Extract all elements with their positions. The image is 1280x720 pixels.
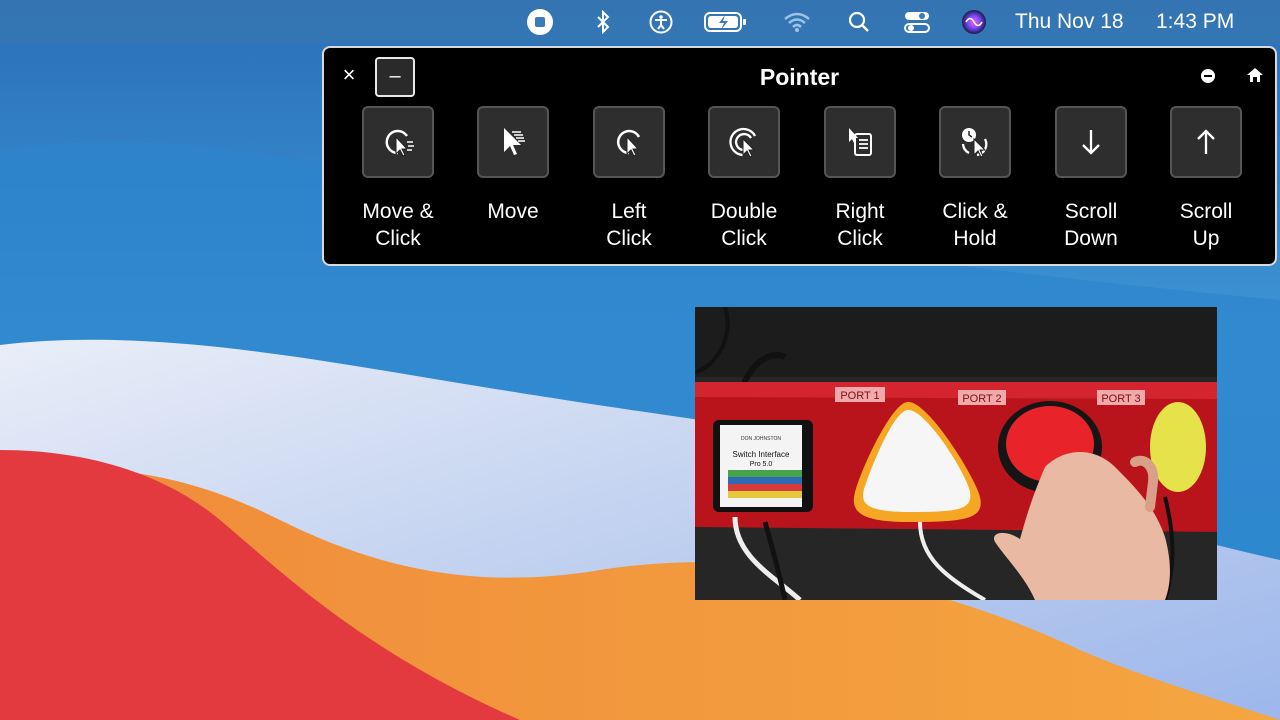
double-click-icon xyxy=(708,106,780,178)
right-click-button[interactable]: Right Click xyxy=(802,106,918,252)
panel-title: Pointer xyxy=(759,64,840,90)
action-label: Click & Hold xyxy=(942,200,1008,250)
home-icon[interactable] xyxy=(1246,66,1264,84)
wifi-icon[interactable] xyxy=(782,0,812,44)
action-label: Left Click xyxy=(606,200,652,250)
port-1-label: PORT 1 xyxy=(840,390,879,402)
left-click-icon xyxy=(593,106,665,178)
switch-interface-photo: PORT 1 PORT 2 PORT 3 DON JOHNSTON Switch… xyxy=(695,307,1217,600)
menu-bar: Thu Nov 18 1:43 PM xyxy=(0,0,1280,44)
move-and-click-icon xyxy=(362,106,434,178)
arrow-up-icon xyxy=(1170,106,1242,178)
double-click-button[interactable]: Double Click xyxy=(686,106,802,252)
scroll-down-button[interactable]: Scroll Down xyxy=(1033,106,1149,252)
action-label: Double Click xyxy=(710,200,778,250)
device-name: Switch Interface xyxy=(733,450,790,459)
move-and-click-button[interactable]: Move & Click xyxy=(340,106,456,252)
action-label: Scroll Up xyxy=(1179,200,1233,250)
arrow-down-icon xyxy=(1055,106,1127,178)
accessibility-icon[interactable] xyxy=(647,0,675,44)
port-3-label: PORT 3 xyxy=(1101,393,1140,405)
left-click-button[interactable]: Left Click xyxy=(571,106,687,252)
minimize-icon[interactable] xyxy=(1201,69,1215,83)
control-center-icon[interactable] xyxy=(902,0,932,44)
action-label: Move & Click xyxy=(362,200,434,250)
bluetooth-icon[interactable] xyxy=(590,0,616,44)
action-label: Right Click xyxy=(835,200,885,250)
menu-bar-date[interactable]: Thu Nov 18 xyxy=(1015,0,1124,44)
screen-record-stop-icon[interactable] xyxy=(524,0,556,44)
pointer-panel: × – Pointer Move & Click Move Left Click… xyxy=(322,46,1277,266)
menu-bar-time[interactable]: 1:43 PM xyxy=(1156,0,1234,44)
click-and-hold-button[interactable]: Click & Hold xyxy=(917,106,1033,252)
siri-icon[interactable] xyxy=(960,0,988,44)
battery-charging-icon[interactable] xyxy=(703,0,749,44)
search-icon[interactable] xyxy=(846,0,872,44)
device-brand: DON JOHNSTON xyxy=(741,436,781,442)
move-pointer-icon xyxy=(477,106,549,178)
move-button[interactable]: Move xyxy=(455,106,571,225)
scroll-up-button[interactable]: Scroll Up xyxy=(1148,106,1264,252)
action-label: Move xyxy=(487,200,539,223)
port-2-label: PORT 2 xyxy=(962,393,1001,405)
click-and-hold-icon xyxy=(939,106,1011,178)
right-click-icon xyxy=(824,106,896,178)
action-label: Scroll Down xyxy=(1064,200,1118,250)
device-model: Pro 5.0 xyxy=(750,461,773,468)
